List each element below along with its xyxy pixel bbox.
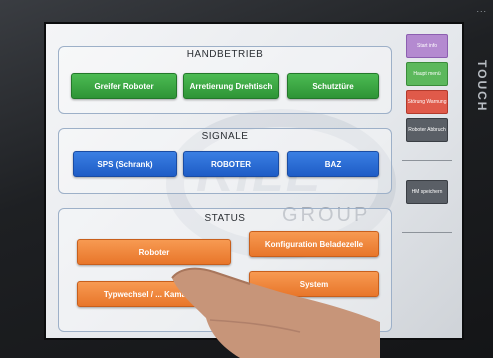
- button-sps-schrank[interactable]: SPS (Schrank): [73, 151, 177, 177]
- side-button-stoerung[interactable]: Störung Warnung: [406, 90, 448, 114]
- panel-title-status: STATUS: [204, 213, 246, 224]
- panel-title-handbetrieb: HANDBETRIEB: [186, 49, 264, 60]
- button-konfiguration-beladezelle[interactable]: Konfiguration Beladezelle: [249, 231, 379, 257]
- finger-pointer: [171, 267, 380, 358]
- side-button-roboter-abbruch[interactable]: Roboter Abbruch: [406, 118, 448, 142]
- button-baz[interactable]: BAZ: [287, 151, 379, 177]
- button-greifer-roboter[interactable]: Greifer Roboter: [71, 73, 177, 99]
- button-arretierung-drehtisch[interactable]: Arretierung Drehtisch: [183, 73, 279, 99]
- panel-signale: SIGNALE SPS (Schrank) ROBOTER BAZ: [58, 128, 392, 194]
- panel-handbetrieb: HANDBETRIEB Greifer Roboter Arretierung …: [58, 46, 392, 114]
- side-button-hm-speichern[interactable]: HM speichern: [406, 180, 448, 204]
- button-roboter-signal[interactable]: ROBOTER: [183, 151, 279, 177]
- side-divider: [402, 232, 452, 233]
- bezel-label: ...: [476, 4, 487, 14]
- side-button-haupt-menu[interactable]: Haupt menü: [406, 62, 448, 86]
- button-schutztuere[interactable]: Schutztüre: [287, 73, 379, 99]
- touch-label: TOUCH: [475, 60, 489, 113]
- monitor-bezel: ... TOUCH RILE GROUP HANDBETRIEB Greifer…: [0, 0, 493, 358]
- side-divider: [402, 160, 452, 161]
- side-menu: Start info Haupt menü Störung Warnung Ro…: [398, 32, 458, 332]
- panel-title-signale: SIGNALE: [201, 131, 249, 142]
- side-button-start-info[interactable]: Start info: [406, 34, 448, 58]
